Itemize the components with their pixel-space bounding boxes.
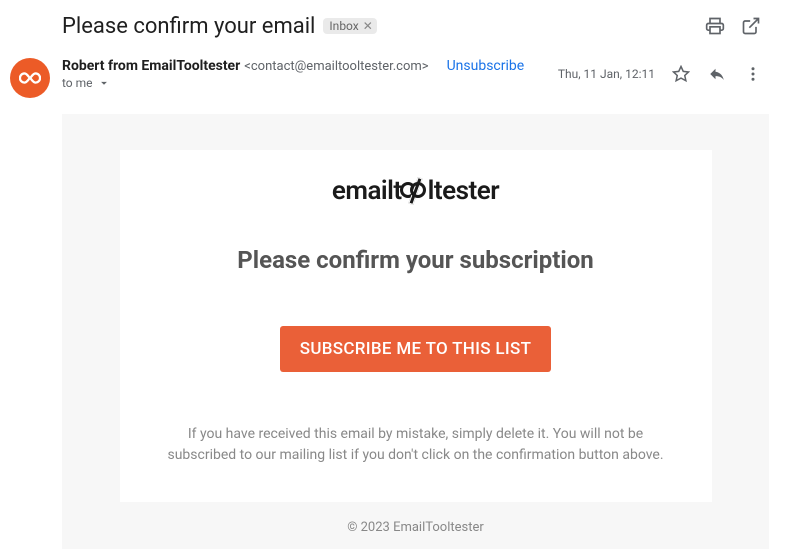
to-dropdown[interactable]: to me [62,76,524,90]
label-chip-text: Inbox [329,19,358,33]
brand-logo: emailt ltester [332,176,499,206]
star-icon [672,65,690,83]
logo-text-pre: emailt [332,176,402,206]
more-vertical-icon [744,65,762,83]
print-button[interactable] [697,8,733,44]
logo-infinity-icon [400,181,430,201]
unsubscribe-link[interactable]: Unsubscribe [447,58,525,74]
close-icon[interactable]: ✕ [363,19,373,33]
print-icon [705,16,725,36]
disclaimer-text: If you have received this email by mista… [144,424,688,466]
email-meta: Robert from EmailTooltester <contact@ema… [0,52,785,98]
label-chip[interactable]: Inbox ✕ [323,18,376,34]
open-external-icon [741,16,761,36]
more-button[interactable] [737,58,769,90]
to-text: to me [62,76,93,90]
reply-button[interactable] [701,58,733,90]
from-line: Robert from EmailTooltester <contact@ema… [62,58,524,74]
email-header: Please confirm your email Inbox ✕ [0,0,785,52]
content-card: emailt ltester Please confirm your subscr… [120,150,712,502]
sender-name: Robert from EmailTooltester [62,58,240,74]
sender-email: <contact@emailtooltester.com> [244,59,428,74]
star-button[interactable] [665,58,697,90]
email-subject: Please confirm your email [62,14,315,39]
reply-icon [708,65,726,83]
subscribe-button[interactable]: SUBSCRIBE ME TO THIS LIST [280,326,552,372]
chevron-down-icon [97,76,111,90]
email-body: emailt ltester Please confirm your subscr… [62,114,769,549]
open-new-window-button[interactable] [733,8,769,44]
logo-text-post: ltester [428,176,499,206]
infinity-icon [19,67,41,89]
sender-avatar[interactable] [10,58,50,98]
body-heading: Please confirm your subscription [144,246,688,274]
email-date: Thu, 11 Jan, 12:11 [558,67,655,81]
footer-text: © 2023 EmailTooltester [62,520,769,535]
meta-actions: Thu, 11 Jan, 12:11 [558,58,769,90]
sender-info: Robert from EmailTooltester <contact@ema… [62,58,524,90]
